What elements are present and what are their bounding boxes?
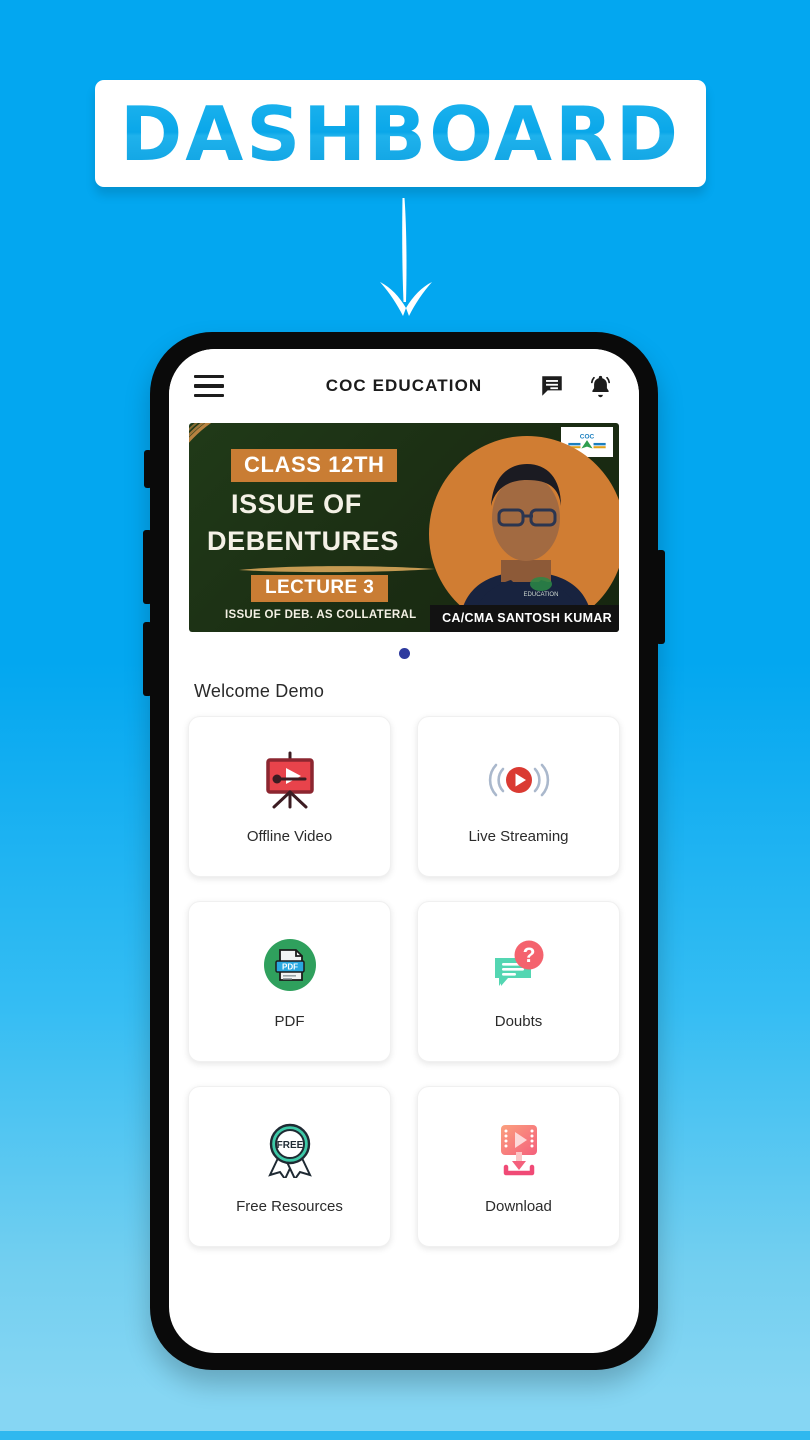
- down-arrow-icon: [356, 196, 456, 326]
- banner-presenter-name: CA/CMA SANTOSH KUMAR: [430, 605, 619, 632]
- dashboard-title-plate: DASHBOARD: [95, 80, 706, 187]
- menu-card-pdf[interactable]: PDF PDF: [188, 901, 391, 1062]
- menu-card-doubts[interactable]: ? Doubts: [417, 901, 620, 1062]
- menu-card-label: PDF: [274, 1013, 305, 1030]
- phone-power-button[interactable]: [656, 550, 665, 644]
- phone-volume-up-button[interactable]: [143, 530, 152, 604]
- menu-card-free-resources[interactable]: FREE Free Resources: [188, 1086, 391, 1247]
- menu-card-label: Live Streaming: [468, 828, 569, 845]
- download-video-icon: [491, 1118, 547, 1182]
- menu-card-live-streaming[interactable]: Live Streaming: [417, 716, 620, 877]
- svg-text:EDUCATION: EDUCATION: [524, 592, 559, 598]
- phone-screen: COC EDUCATION COC EDUCATION CLASS 12TH I…: [169, 349, 639, 1353]
- live-broadcast-icon: [487, 748, 551, 812]
- course-banner[interactable]: COC EDUCATION CLASS 12TH ISSUE OF DEBENT…: [189, 423, 619, 632]
- menu-card-download[interactable]: Download: [417, 1086, 620, 1247]
- svg-text:?: ?: [522, 944, 535, 967]
- app-header: COC EDUCATION: [169, 349, 639, 423]
- hamburger-menu-icon[interactable]: [194, 374, 224, 398]
- pdf-document-icon: PDF: [263, 933, 317, 997]
- menu-card-label: Doubts: [494, 1013, 543, 1030]
- bottom-accent-strip: [0, 1431, 810, 1440]
- menu-card-label: Offline Video: [246, 828, 333, 845]
- svg-text:FREE: FREE: [276, 1140, 303, 1151]
- phone-silent-switch[interactable]: [144, 450, 152, 488]
- presentation-video-icon: [260, 748, 320, 812]
- header-actions: [539, 373, 614, 400]
- dashboard-menu-grid: Offline Video Live Streaming PDF PDF ? D…: [188, 716, 620, 1247]
- welcome-message: Welcome Demo: [194, 681, 325, 701]
- svg-text:COC: COC: [580, 433, 595, 440]
- menu-card-label: Download: [485, 1198, 552, 1215]
- banner-subtitle: ISSUE OF DEB. AS COLLATERAL: [225, 609, 417, 621]
- carousel-dot-active[interactable]: [398, 648, 410, 659]
- banner-brush-underline: [239, 566, 435, 573]
- carousel-indicator: [169, 648, 639, 659]
- free-badge-icon: FREE: [263, 1118, 317, 1182]
- banner-class-tag: CLASS 12TH: [231, 449, 398, 482]
- svg-text:PDF: PDF: [282, 963, 298, 972]
- phone-mockup: COC EDUCATION COC EDUCATION CLASS 12TH I…: [143, 332, 665, 1370]
- menu-card-label: Free Resources: [236, 1198, 343, 1215]
- page-title: DASHBOARD: [119, 89, 682, 178]
- question-chat-icon: ?: [491, 933, 547, 997]
- banner-title-line1: ISSUE OF: [231, 489, 362, 519]
- chat-message-icon[interactable]: [539, 373, 565, 399]
- banner-carousel[interactable]: COC EDUCATION CLASS 12TH ISSUE OF DEBENT…: [169, 423, 639, 632]
- phone-volume-down-button[interactable]: [143, 622, 152, 696]
- banner-title-line2: DEBENTURES: [207, 526, 400, 556]
- presenter-photo: EDUCATION: [458, 464, 596, 632]
- banner-lecture-tag: LECTURE 3: [251, 575, 389, 602]
- notification-bell-icon[interactable]: [587, 373, 614, 400]
- menu-card-offline-video[interactable]: Offline Video: [188, 716, 391, 877]
